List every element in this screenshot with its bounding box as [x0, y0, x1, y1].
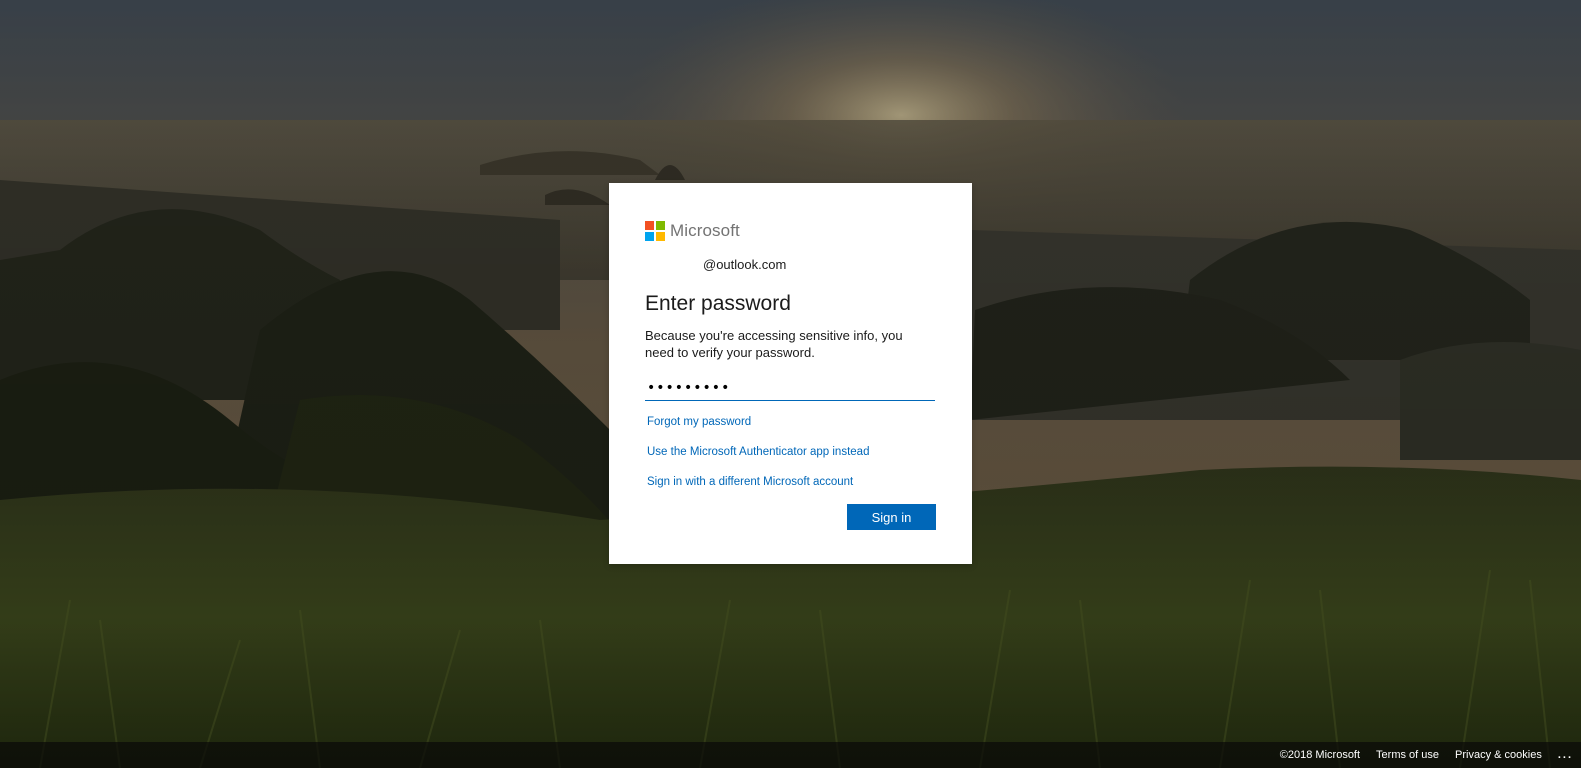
terms-of-use-link[interactable]: Terms of use [1376, 749, 1439, 761]
copyright-text: ©2018 Microsoft [1279, 749, 1361, 761]
forgot-password-link[interactable]: Forgot my password [647, 414, 936, 430]
brand-name: Microsoft [670, 221, 740, 240]
privacy-cookies-link[interactable]: Privacy & cookies [1455, 749, 1542, 761]
password-field[interactable] [645, 375, 935, 401]
button-row: Sign in [645, 504, 936, 530]
footer: ©2018 Microsoft Terms of use Privacy & c… [0, 742, 1581, 768]
microsoft-logo-icon [645, 221, 665, 241]
page-title: Enter password [645, 292, 791, 315]
different-account-link[interactable]: Sign in with a different Microsoft accou… [647, 474, 936, 490]
link-list: Forgot my password Use the Microsoft Aut… [645, 414, 936, 490]
account-identity: @outlook.com [703, 257, 787, 272]
signin-card: Microsoft @outlook.com Enter password Be… [609, 183, 972, 564]
more-options-icon[interactable]: ... [1558, 749, 1573, 761]
authenticator-app-link[interactable]: Use the Microsoft Authenticator app inst… [647, 444, 936, 460]
description-text: Because you're accessing sensitive info,… [645, 328, 903, 360]
login-page: Microsoft @outlook.com Enter password Be… [0, 0, 1581, 768]
brand-row: Microsoft [645, 219, 936, 243]
sign-in-button[interactable]: Sign in [847, 504, 936, 530]
